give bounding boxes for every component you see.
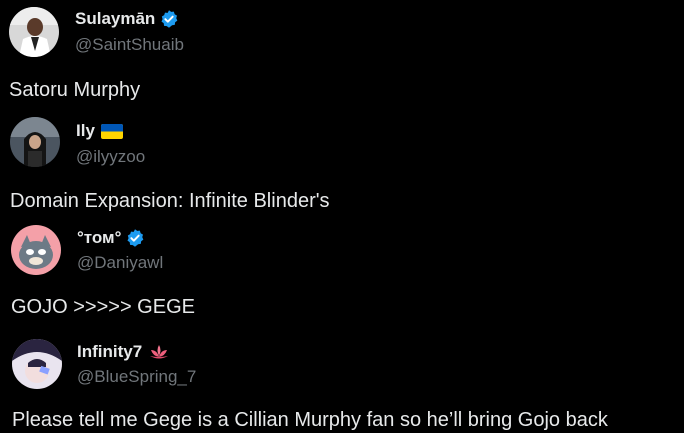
post-4: Infinity7 @BlueSpring_7 Please tell me G…: [0, 325, 684, 433]
avatar[interactable]: [10, 117, 60, 167]
display-name[interactable]: Ily: [76, 121, 95, 141]
post-text: Satoru Murphy: [9, 79, 141, 101]
display-name[interactable]: °том°: [77, 228, 121, 248]
author-name-row: °том°: [77, 228, 145, 248]
display-name[interactable]: Sulaymān: [75, 9, 155, 29]
avatar[interactable]: [9, 7, 59, 57]
post-2: Ily @ilyyzoo Domain Expansion: Infinite …: [0, 105, 684, 215]
post-text: Domain Expansion: Infinite Blinder's: [10, 190, 330, 212]
ukraine-flag-icon: [100, 123, 123, 139]
post-1: Sulaymān @SaintShuaib Satoru Murphy: [0, 0, 684, 105]
post-3: °том° @Daniyawl GOJO >>>>> GEGE: [0, 215, 684, 325]
lotus-icon: [148, 344, 170, 360]
author-name-row: Sulaymān: [75, 9, 179, 29]
post-text: Please tell me Gege is a Cillian Murphy …: [12, 409, 608, 431]
author-handle[interactable]: @Daniyawl: [77, 253, 163, 273]
author-handle[interactable]: @ilyyzoo: [76, 147, 145, 167]
display-name[interactable]: Infinity7: [77, 342, 142, 362]
avatar[interactable]: [11, 225, 61, 275]
author-handle[interactable]: @BlueSpring_7: [77, 367, 196, 387]
avatar[interactable]: [12, 339, 62, 389]
author-name-row: Ily: [76, 121, 123, 141]
post-text: GOJO >>>>> GEGE: [11, 296, 195, 318]
author-name-row: Infinity7: [77, 342, 170, 362]
author-handle[interactable]: @SaintShuaib: [75, 35, 184, 55]
verified-badge-icon: [159, 9, 179, 29]
verified-badge-icon: [125, 228, 145, 248]
